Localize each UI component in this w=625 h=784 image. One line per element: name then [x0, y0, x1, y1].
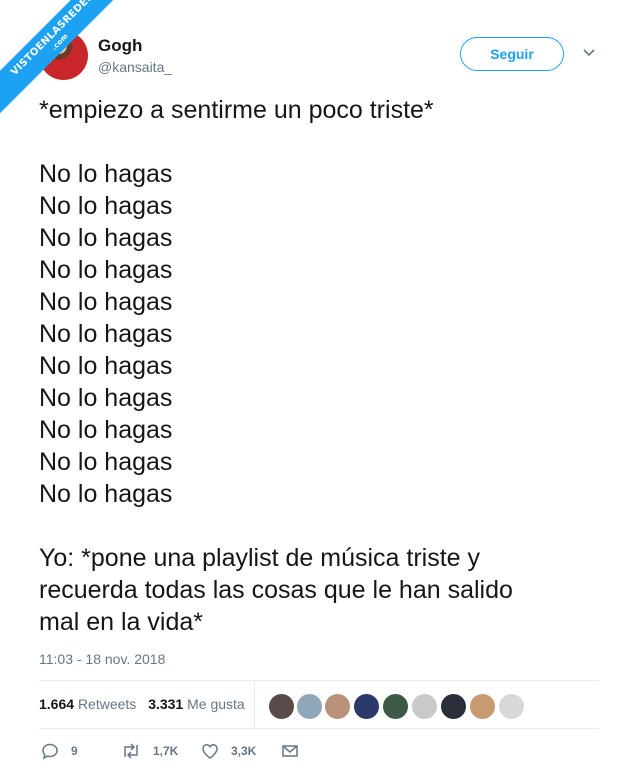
- direct-message-button[interactable]: [281, 740, 299, 762]
- tweet-actions: 9 1,7K 3,3K: [39, 740, 599, 762]
- reply-icon: [42, 743, 58, 760]
- retweets-count[interactable]: 1.664: [39, 696, 74, 712]
- tweet-card: VISTOENLASREDES .com Gogh @kansaita_ Seg…: [0, 0, 625, 784]
- liker-avatar[interactable]: [410, 692, 439, 721]
- tweet-line: No lo hagas: [39, 224, 173, 252]
- retweet-icon: [124, 743, 138, 759]
- retweets-label[interactable]: Retweets: [78, 696, 136, 712]
- retweet-count: 1,7K: [153, 744, 179, 758]
- tweet-ending-line: Yo: *pone una playlist de música triste …: [39, 544, 480, 572]
- heart-icon: [202, 743, 218, 759]
- tweet-timestamp[interactable]: 11:03 - 18 nov. 2018: [39, 651, 165, 667]
- tweet-line: No lo hagas: [39, 352, 173, 380]
- divider: [39, 728, 599, 729]
- tweet-line: No lo hagas: [39, 320, 173, 348]
- likes-count[interactable]: 3.331: [148, 696, 183, 712]
- likers-avatars: [254, 680, 555, 728]
- tweet-intro: *empiezo a sentirme un poco triste*: [39, 96, 434, 124]
- tweet-line: No lo hagas: [39, 416, 173, 444]
- like-count: 3,3K: [231, 744, 257, 758]
- tweet-ending-line: recuerda todas las cosas que le han sali…: [39, 576, 513, 604]
- follow-button[interactable]: Seguir: [460, 37, 564, 71]
- liker-avatar[interactable]: [352, 692, 381, 721]
- tweet-line: No lo hagas: [39, 160, 173, 188]
- envelope-icon: [282, 745, 298, 757]
- liker-avatar[interactable]: [323, 692, 352, 721]
- reply-count: 9: [71, 744, 78, 758]
- tweet-line: No lo hagas: [39, 448, 173, 476]
- tweet-line: No lo hagas: [39, 288, 173, 316]
- tweet-text: *empiezo a sentirme un poco triste* No l…: [39, 94, 599, 638]
- tweet-line: No lo hagas: [39, 192, 173, 220]
- watermark-ribbon: VISTOENLASREDES .com: [0, 0, 122, 122]
- likes-label[interactable]: Me gusta: [187, 696, 245, 712]
- tweet-ending-line: mal en la vida*: [39, 608, 203, 636]
- watermark-band: VISTOENLASREDES .com: [0, 0, 122, 115]
- reply-button[interactable]: 9: [41, 740, 78, 762]
- liker-avatar[interactable]: [468, 692, 497, 721]
- tweet-line: No lo hagas: [39, 384, 173, 412]
- liker-avatar[interactable]: [497, 692, 526, 721]
- tweet-stats: 1.664 Retweets 3.331 Me gusta: [39, 696, 245, 712]
- liker-avatar[interactable]: [267, 692, 296, 721]
- retweet-button[interactable]: 1,7K: [121, 740, 178, 762]
- liker-avatar[interactable]: [381, 692, 410, 721]
- chevron-down-icon[interactable]: [583, 48, 595, 58]
- tweet-line: No lo hagas: [39, 256, 173, 284]
- like-button[interactable]: 3,3K: [201, 740, 256, 762]
- liker-avatar[interactable]: [439, 692, 468, 721]
- liker-avatar[interactable]: [295, 692, 324, 721]
- tweet-line: No lo hagas: [39, 480, 173, 508]
